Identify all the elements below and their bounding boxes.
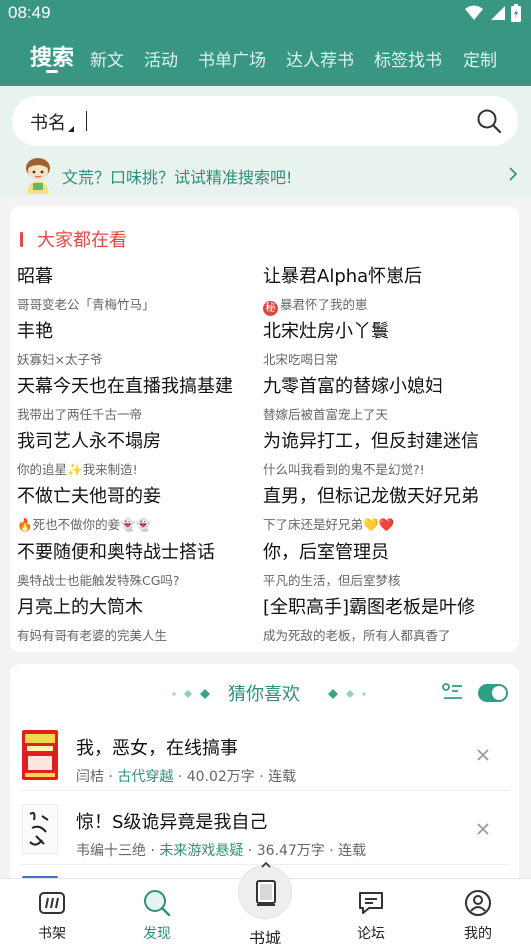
battery-icon (511, 4, 521, 22)
status-bar: 08:49 (0, 0, 531, 28)
decor-dots-icon (328, 689, 366, 699)
book-row[interactable]: 我，恶女，在线搞事 闫桔 · 古代穿越 · 40.02万字 · 连载 (10, 730, 519, 802)
hot-item[interactable]: 我司艺人永不塌房 你的追星✨我来制造! (17, 427, 262, 478)
top-tabs: 搜索 新文 活动 书单广场 达人荐书 标签找书 定制 (0, 28, 531, 86)
tip-text: 文荒？口味挑？试试精准搜索吧! (62, 168, 293, 187)
nav-profile[interactable]: 我的 (448, 889, 508, 943)
recommend-header: 猜你喜欢 (10, 680, 519, 708)
recommend-title: 猜你喜欢 (228, 684, 300, 705)
search-category-select[interactable]: 书名 (30, 109, 66, 135)
search-input[interactable] (86, 111, 87, 131)
nav-discover[interactable]: 发现 (127, 889, 187, 943)
tab-booklist-square[interactable]: 书单广场 (198, 46, 266, 71)
wifi-icon (465, 5, 483, 20)
hot-item[interactable]: 让暴君Alpha怀崽后 秘暴君怀了我的崽 (263, 262, 508, 316)
hot-item[interactable]: 不做亡夫他哥的妾 🔥死也不做你的妾👻👻 (17, 482, 262, 533)
tab-custom[interactable]: 定制 (463, 46, 497, 71)
book-meta: 韦编十三绝 · 未来游戏悬疑 · 36.47万字 · 连载 (76, 843, 367, 859)
hot-item[interactable]: 不要随便和奥特战士搭话 奥特战士也能触发特殊CG吗? (17, 538, 262, 589)
title-accent-bar (20, 231, 23, 247)
nav-bookshelf[interactable]: 书架 (22, 889, 82, 943)
discover-icon (144, 890, 171, 917)
nav-label[interactable]: 书城 (245, 925, 285, 944)
hot-list-title: 大家都在看 (20, 226, 127, 252)
nav-label: 论坛 (357, 926, 385, 942)
hot-item[interactable]: 北宋灶房小丫鬟 北宋吃喝日常 (263, 317, 508, 368)
nav-forum[interactable]: 论坛 (341, 889, 401, 943)
hot-item[interactable]: 昭暮 哥哥变老公「青梅竹马」 (17, 262, 262, 313)
tab-expert-picks[interactable]: 达人荐书 (286, 46, 354, 71)
list-mode-icon[interactable] (442, 682, 464, 702)
book-cover (22, 730, 58, 780)
hot-item[interactable]: 为诡异打工，但反封建迷信 什么叫我看到的鬼不是幻觉?! (263, 427, 508, 478)
forum-icon (359, 892, 383, 914)
nav-bookstore-button[interactable] (238, 861, 292, 919)
tab-new[interactable]: 新文 (90, 46, 124, 71)
chevron-up-icon (261, 861, 271, 868)
bottom-nav: 书架 发现 书城 论坛 我的 (0, 861, 531, 944)
book-cover (22, 804, 58, 854)
bookshelf-icon (39, 892, 65, 914)
hot-item[interactable]: [全职高手]霸图老板是叶修 成为死敌的老板，所有人都真香了 (263, 593, 508, 644)
nav-label: 书架 (38, 926, 66, 942)
hot-item[interactable]: 天幕今天也在直播我搞基建 我带出了两任千古一帝 (17, 372, 262, 423)
signal-icon (491, 6, 505, 20)
hot-list-card: 大家都在看 昭暮 哥哥变老公「青梅竹马」 让暴君Alpha怀崽后 秘暴君怀了我的… (10, 206, 519, 652)
dropdown-caret-icon[interactable] (68, 126, 74, 132)
profile-icon (465, 890, 491, 916)
active-tab-indicator (46, 70, 58, 73)
toggle-knob (492, 686, 506, 700)
chevron-right-icon[interactable] (508, 166, 518, 182)
book-title: 我，恶女，在线搞事 (76, 738, 238, 759)
precise-search-tip[interactable]: 文荒？口味挑？试试精准搜索吧! (18, 156, 518, 196)
hot-item[interactable]: 丰艳 妖寡妇×太子爷 (17, 317, 262, 368)
book-meta: 闫桔 · 古代穿越 · 40.02万字 · 连载 (76, 769, 297, 785)
status-icons (465, 4, 521, 22)
tab-events[interactable]: 活动 (144, 46, 178, 71)
book-title: 惊！S级诡异竟是我自己 (76, 812, 268, 833)
tab-tag-search[interactable]: 标签找书 (374, 46, 442, 71)
mascot-avatar-icon (26, 158, 50, 194)
tab-search[interactable]: 搜索 (30, 40, 74, 72)
search-icon[interactable] (476, 108, 502, 134)
hot-item[interactable]: 你，后室管理员 平凡的生活，但后室梦核 (263, 538, 508, 589)
hot-item[interactable]: 直男，但标记龙傲天好兄弟 下了床还是好兄弟💛❤️ (263, 482, 508, 533)
divider (20, 790, 510, 791)
nav-label: 我的 (464, 926, 492, 942)
secret-badge: 秘 (263, 301, 278, 316)
book-icon (256, 880, 276, 906)
decor-dots-icon (172, 689, 210, 699)
dismiss-icon[interactable] (476, 748, 490, 762)
nav-label: 发现 (143, 926, 171, 942)
search-bar[interactable]: 书名 (12, 96, 518, 146)
recommend-toggle[interactable] (478, 684, 508, 702)
hot-item[interactable]: 月亮上的大筒木 有妈有哥有老婆的完美人生 (17, 593, 262, 644)
dismiss-icon[interactable] (476, 822, 490, 836)
status-time: 08:49 (8, 3, 51, 22)
hot-item[interactable]: 九零首富的替嫁小媳妇 替嫁后被首富宠上了天 (263, 372, 508, 423)
